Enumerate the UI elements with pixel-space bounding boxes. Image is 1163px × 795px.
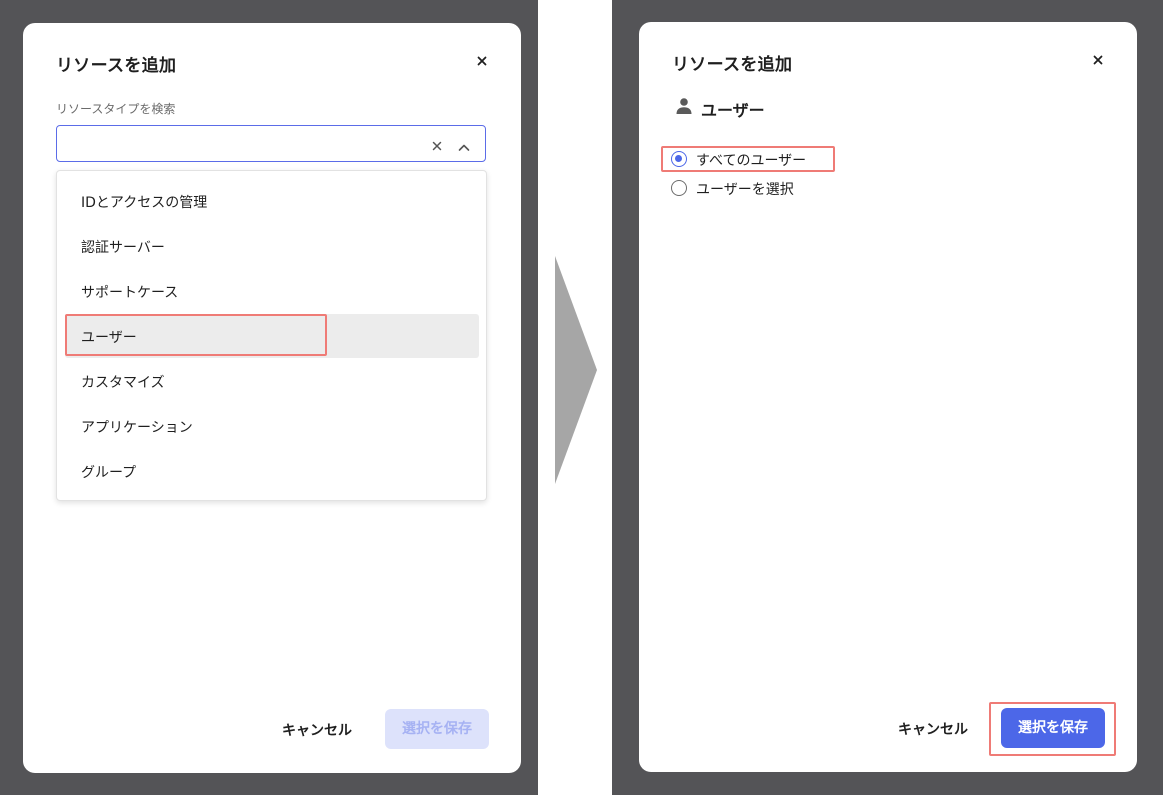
- person-icon: [676, 98, 692, 114]
- option-label: IDとアクセスの管理: [81, 195, 208, 211]
- option-label: 認証サーバー: [81, 240, 165, 256]
- dialog-title: リソースを追加: [672, 55, 793, 75]
- search-label: リソースタイプを検索: [56, 102, 176, 116]
- close-icon: [477, 56, 487, 66]
- step-arrow: [555, 256, 597, 484]
- close-button[interactable]: [475, 53, 489, 67]
- save-selection-button[interactable]: 選択を保存: [385, 709, 489, 749]
- dialog-title: リソースを追加: [56, 56, 177, 76]
- highlight-outline: [989, 702, 1116, 756]
- cancel-button[interactable]: キャンセル: [898, 719, 968, 739]
- option-label: カスタマイズ: [81, 375, 165, 391]
- add-resource-dialog-step2: リソースを追加 ユーザー すべてのユーザー ユーザーを選択 キャンセル 選択を保…: [639, 22, 1137, 772]
- add-resource-dialog-step1: リソースを追加 リソースタイプを検索 IDとアクセスの管理 認証サーバー サポー…: [23, 23, 521, 773]
- close-button[interactable]: [1091, 52, 1105, 66]
- collapse-button[interactable]: [457, 138, 471, 151]
- option-label: サポートケース: [81, 285, 179, 301]
- resource-type-label: ユーザー: [701, 101, 765, 120]
- radio-label: ユーザーを選択: [696, 182, 794, 198]
- option-applications[interactable]: アプリケーション: [65, 404, 479, 448]
- clear-button[interactable]: [431, 137, 443, 151]
- cancel-button[interactable]: キャンセル: [282, 720, 352, 740]
- option-customize[interactable]: カスタマイズ: [65, 359, 479, 403]
- chevron-up-icon: [458, 144, 470, 151]
- option-iam[interactable]: IDとアクセスの管理: [65, 179, 479, 223]
- resource-type-search-input[interactable]: [56, 125, 486, 162]
- radio-button[interactable]: [671, 180, 687, 196]
- option-label: グループ: [81, 465, 137, 481]
- close-icon: [1093, 55, 1103, 65]
- highlight-outline: [661, 146, 835, 172]
- option-groups[interactable]: グループ: [65, 449, 479, 493]
- option-auth-server[interactable]: 認証サーバー: [65, 224, 479, 268]
- option-label: アプリケーション: [81, 420, 193, 436]
- option-support-case[interactable]: サポートケース: [65, 269, 479, 313]
- clear-icon: [432, 141, 442, 151]
- highlight-outline: [65, 314, 327, 356]
